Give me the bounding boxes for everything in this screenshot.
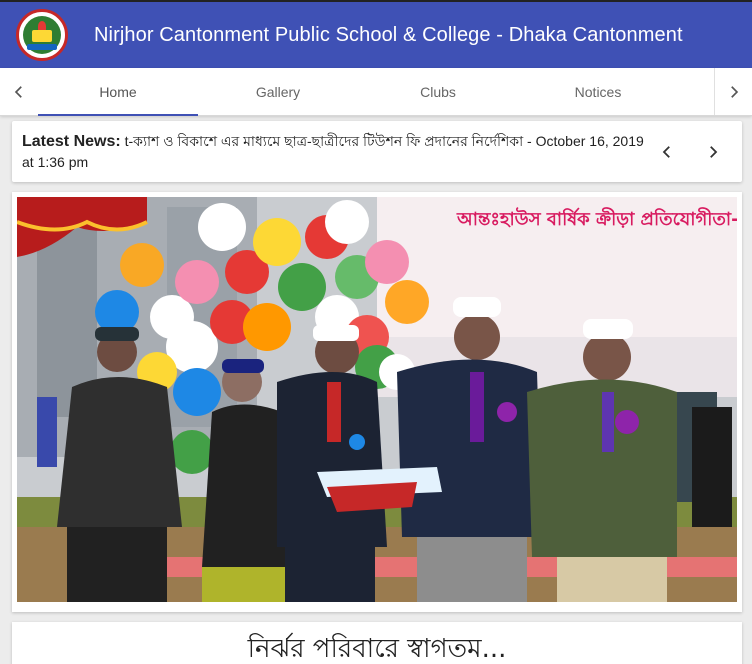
chevron-right-icon (710, 146, 718, 158)
latest-news-label: Latest News: (22, 133, 121, 150)
tab-scroll-left-button[interactable] (0, 68, 38, 115)
school-logo-icon[interactable] (16, 9, 68, 61)
welcome-heading: নির্ঝর পরিবারে স্বাগতম... (247, 634, 507, 664)
tabs: Home Gallery Clubs Notices (38, 68, 718, 116)
tab-bar: Home Gallery Clubs Notices (0, 68, 752, 116)
slideshow-image[interactable]: আন্তঃহাউস বার্ষিক ক্রীড়া প্রতিযোগীতা-২০… (17, 197, 737, 602)
chevron-right-icon (730, 85, 738, 98)
tab-scroll-right-button[interactable] (714, 68, 752, 115)
chevron-left-icon (14, 85, 22, 98)
app-title: Nirjhor Cantonment Public School & Colle… (94, 23, 683, 46)
welcome-card: নির্ঝর পরিবারে স্বাগতম... (12, 622, 742, 664)
tab-gallery[interactable]: Gallery (198, 68, 358, 115)
news-next-button[interactable] (698, 137, 728, 167)
tab-home[interactable]: Home (38, 68, 198, 116)
tab-clubs[interactable]: Clubs (358, 68, 518, 115)
slideshow-card: আন্তঃহাউস বার্ষিক ক্রীড়া প্রতিযোগীতা-২০… (12, 192, 742, 612)
event-photo (17, 197, 737, 602)
latest-news-text[interactable]: Latest News: t-ক্যাশ ও বিকাশে এর মাধ্যমে… (22, 131, 652, 173)
slide-banner-text: আন্তঃহাউস বার্ষিক ক্রীড়া প্রতিযোগীতা-২০… (457, 209, 737, 230)
latest-news-card: Latest News: t-ক্যাশ ও বিকাশে এর মাধ্যমে… (12, 121, 742, 182)
news-prev-button[interactable] (652, 137, 682, 167)
tab-notices[interactable]: Notices (518, 68, 678, 115)
chevron-left-icon (662, 146, 670, 158)
app-bar: Nirjhor Cantonment Public School & Colle… (0, 0, 752, 68)
